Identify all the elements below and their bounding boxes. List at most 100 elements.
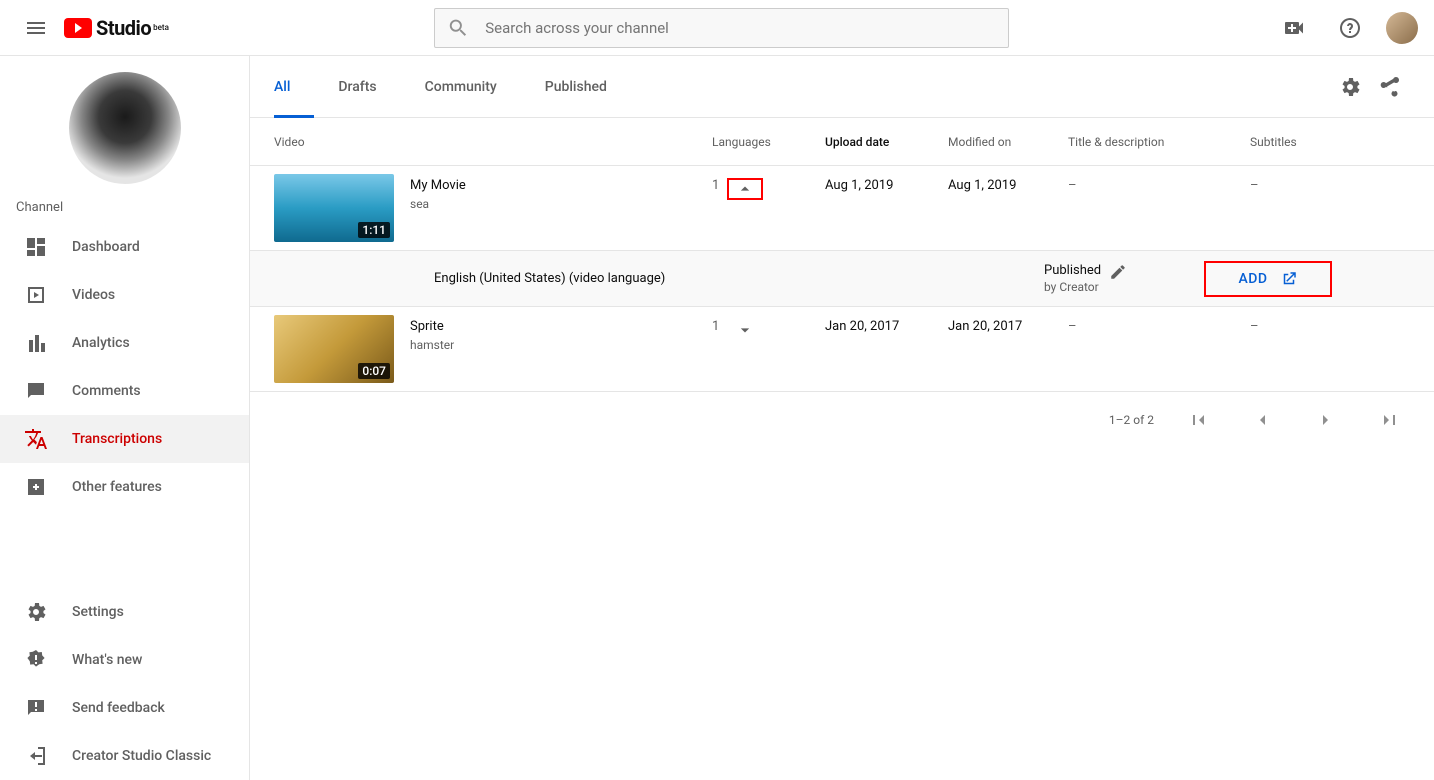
subtitles-cell: – [1250, 174, 1410, 242]
language-count: 1 [712, 319, 719, 334]
menu-button[interactable] [16, 8, 56, 48]
video-duration: 0:07 [358, 363, 390, 379]
sidebar-item-videos[interactable]: Videos [0, 271, 249, 319]
prev-page-button[interactable] [1242, 400, 1282, 440]
header-actions [1274, 8, 1418, 48]
logo-beta-badge: beta [153, 23, 169, 32]
add-box-icon [24, 475, 48, 499]
col-video: Video [274, 135, 712, 149]
col-subtitles: Subtitles [1250, 135, 1410, 149]
upload-date-cell: Jan 20, 2017 [825, 315, 948, 383]
sidebar-item-label: Settings [72, 604, 124, 620]
open-in-new-icon [1280, 270, 1298, 288]
video-subtitle: hamster [410, 338, 454, 352]
page-settings-button[interactable] [1330, 67, 1370, 107]
sidebar: Channel Dashboard Videos Analytics Comme… [0, 56, 250, 780]
tab-label: Community [425, 79, 497, 95]
dashboard-icon [24, 235, 48, 259]
help-icon [1338, 16, 1362, 40]
search-box[interactable] [434, 8, 1009, 48]
tab-community[interactable]: Community [401, 56, 521, 118]
video-thumbnail[interactable]: 0:07 [274, 315, 394, 383]
chevron-down-icon [735, 320, 755, 340]
video-duration: 1:11 [358, 222, 390, 238]
sidebar-item-dashboard[interactable]: Dashboard [0, 223, 249, 271]
studio-logo[interactable]: Studio beta [64, 16, 169, 40]
sidebar-item-whats-new[interactable]: What's new [0, 636, 249, 684]
analytics-icon [24, 331, 48, 355]
translate-icon [24, 427, 48, 451]
search-input[interactable] [485, 19, 996, 37]
tab-published[interactable]: Published [521, 56, 631, 118]
modified-cell: Jan 20, 2017 [948, 315, 1068, 383]
col-upload-date[interactable]: Upload date [825, 135, 948, 149]
tabs-bar: All Drafts Community Published [250, 56, 1434, 118]
chevron-right-icon [1314, 408, 1338, 432]
sidebar-item-label: Videos [72, 287, 115, 303]
col-modified: Modified on [948, 135, 1068, 149]
col-languages: Languages [712, 135, 825, 149]
hamburger-icon [24, 16, 48, 40]
tab-label: Published [545, 79, 607, 95]
video-title[interactable]: My Movie [410, 178, 466, 193]
sidebar-item-other-features[interactable]: Other features [0, 463, 249, 511]
tab-label: Drafts [338, 79, 376, 95]
tab-all[interactable]: All [274, 56, 314, 118]
edit-icon[interactable] [1109, 263, 1127, 281]
create-video-button[interactable] [1274, 8, 1314, 48]
next-page-button[interactable] [1306, 400, 1346, 440]
language-row: English (United States) (video language)… [250, 251, 1434, 307]
col-title-desc: Title & description [1068, 135, 1250, 149]
video-title[interactable]: Sprite [410, 319, 454, 334]
table-header: Video Languages Upload date Modified on … [250, 118, 1434, 166]
comments-icon [24, 379, 48, 403]
sidebar-item-label: Dashboard [72, 239, 140, 255]
share-button[interactable] [1370, 67, 1410, 107]
share-icon [1378, 75, 1402, 99]
modified-cell: Aug 1, 2019 [948, 174, 1068, 242]
app-header: Studio beta [0, 0, 1434, 56]
chevron-up-icon [735, 179, 755, 199]
sidebar-item-transcriptions[interactable]: Transcriptions [0, 415, 249, 463]
sidebar-item-feedback[interactable]: Send feedback [0, 684, 249, 732]
sidebar-item-label: Analytics [72, 335, 130, 351]
gear-icon [1338, 75, 1362, 99]
status-text: Published [1044, 263, 1101, 278]
new-releases-icon [24, 648, 48, 672]
page-info: 1–2 of 2 [1109, 413, 1154, 427]
channel-label: Channel [0, 200, 249, 223]
help-button[interactable] [1330, 8, 1370, 48]
camera-plus-icon [1282, 16, 1306, 40]
add-label: ADD [1238, 271, 1267, 287]
sidebar-item-settings[interactable]: Settings [0, 588, 249, 636]
channel-avatar[interactable] [69, 72, 181, 184]
title-desc-cell: – [1068, 174, 1250, 242]
chevron-left-icon [1250, 408, 1274, 432]
user-avatar[interactable] [1386, 12, 1418, 44]
last-page-button[interactable] [1370, 400, 1410, 440]
tab-label: All [274, 79, 290, 95]
sidebar-item-analytics[interactable]: Analytics [0, 319, 249, 367]
sidebar-item-label: Creator Studio Classic [72, 748, 211, 764]
video-thumbnail[interactable]: 1:11 [274, 174, 394, 242]
title-desc-cell: – [1068, 315, 1250, 383]
last-page-icon [1378, 408, 1402, 432]
table-row: 1:11 My Movie sea 1 Aug 1, 2019 Aug 1, 2… [250, 166, 1434, 251]
pagination: 1–2 of 2 [250, 392, 1434, 448]
main-content: All Drafts Community Published Video Lan… [250, 56, 1434, 780]
search-icon [447, 16, 469, 40]
language-count: 1 [712, 178, 719, 193]
sidebar-item-label: What's new [72, 652, 142, 668]
expand-button[interactable] [727, 319, 763, 341]
tab-drafts[interactable]: Drafts [314, 56, 400, 118]
sidebar-item-comments[interactable]: Comments [0, 367, 249, 415]
first-page-button[interactable] [1178, 400, 1218, 440]
language-name: English (United States) (video language) [434, 271, 1044, 286]
sidebar-item-classic[interactable]: Creator Studio Classic [0, 732, 249, 780]
sidebar-item-label: Comments [72, 383, 141, 399]
sidebar-item-label: Other features [72, 479, 162, 495]
table-row: 0:07 Sprite hamster 1 Jan 20, 2017 Jan 2… [250, 307, 1434, 392]
add-subtitles-button[interactable]: ADD [1204, 261, 1332, 297]
video-icon [24, 283, 48, 307]
collapse-button[interactable] [727, 178, 763, 200]
